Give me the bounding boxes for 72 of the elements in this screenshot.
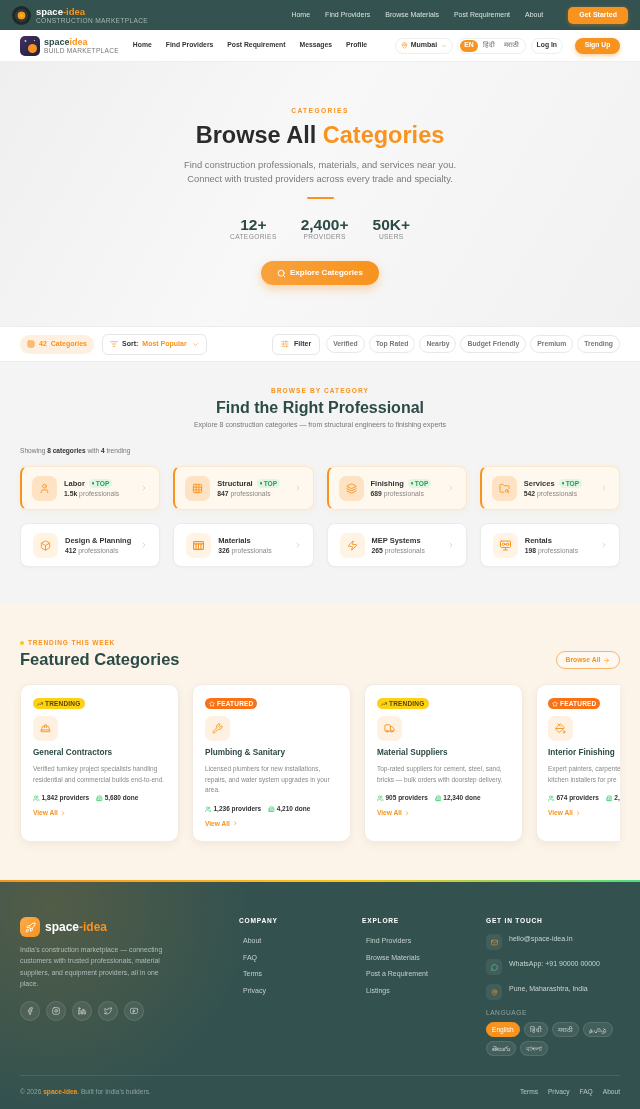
building-icon (268, 805, 275, 813)
twitter-link[interactable] (98, 1000, 118, 1021)
chevron-down-icon (441, 42, 448, 49)
logo-icon (20, 35, 40, 56)
chevron-right-icon (231, 820, 239, 827)
users-icon (205, 805, 212, 813)
truck-icon (384, 723, 395, 734)
users-icon (377, 795, 384, 802)
linkedin-link[interactable] (72, 1000, 92, 1021)
trending-up-icon (381, 700, 387, 707)
map-pin-icon (490, 988, 498, 996)
chevron-right-icon (403, 809, 411, 817)
chevron-right-icon (600, 541, 608, 549)
chevron-right-icon (574, 809, 582, 817)
monitor-icon (499, 539, 511, 551)
brand-name: spaceidea (44, 36, 89, 47)
hero-title: Browse All Categories (195, 121, 445, 149)
hero-subtitle: Find construction professionals, materials, and services near you. Connect with trusted providers across every trade and specialty. (183, 158, 457, 186)
box-icon (40, 539, 51, 551)
dot-icon (410, 482, 414, 485)
card-title: Interior Finishing (548, 748, 615, 758)
facebook-icon (26, 1006, 34, 1015)
card-title: General Contractors (33, 748, 113, 758)
star-icon (209, 700, 215, 707)
instagram-link[interactable] (46, 1000, 66, 1021)
mail-icon (490, 938, 498, 946)
building-icon (605, 795, 613, 802)
hard-hat-icon (40, 723, 51, 734)
folder-search-icon (498, 482, 510, 494)
section-title: Featured Categories (20, 649, 180, 669)
card-title: Plumbing & Sanitary (205, 748, 286, 758)
stat-value: 50K+ (372, 216, 410, 233)
building-icon (96, 795, 103, 802)
logo-icon (12, 5, 31, 25)
youtube-link[interactable] (124, 1000, 144, 1021)
dot-icon (91, 482, 95, 485)
wrench-icon (212, 723, 223, 734)
trending-up-icon (37, 700, 43, 707)
facebook-link[interactable] (20, 1000, 40, 1021)
users-icon (33, 795, 40, 802)
columns-icon (193, 539, 205, 551)
grid-icon (27, 340, 35, 348)
dot-icon (259, 482, 263, 485)
star-icon (552, 700, 558, 707)
building-icon (434, 795, 442, 802)
stat-value: 12+ (240, 216, 267, 233)
dot-icon (561, 482, 565, 485)
chevron-down-icon (191, 340, 199, 348)
users-icon (548, 795, 555, 802)
section-title: Find the Right Professional (216, 398, 424, 417)
brand-name: space-idea (45, 920, 108, 934)
stat-value: 2,400+ (300, 216, 349, 233)
sort-icon (110, 340, 118, 348)
chat-bubble-icon (490, 963, 498, 971)
instagram-icon (52, 1006, 60, 1015)
dot-icon (20, 641, 24, 645)
person-icon (39, 482, 50, 494)
zap-icon (346, 539, 358, 551)
card-title: Material Suppliers (377, 748, 448, 758)
brand-name: space-idea (36, 5, 86, 17)
chevron-right-icon (600, 484, 608, 492)
linkedin-icon (78, 1006, 86, 1015)
grid-icon (192, 482, 204, 494)
sliders-icon (281, 340, 289, 348)
youtube-icon (130, 1006, 138, 1015)
paint-bucket-icon (555, 723, 566, 734)
twitter-icon (104, 1006, 112, 1015)
chevron-right-icon (59, 809, 67, 817)
search-icon (277, 268, 287, 278)
map-pin-icon (400, 42, 408, 49)
layers-icon (345, 482, 357, 494)
arrow-right-icon (603, 656, 611, 664)
